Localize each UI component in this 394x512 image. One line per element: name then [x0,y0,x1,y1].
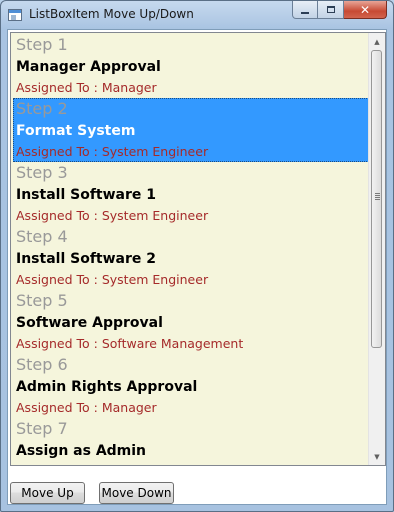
application-window: ListBoxItem Move Up/Down ✕ Step 1 Manager… [0,0,394,512]
step-label: Step 1 [16,35,68,54]
maximize-icon [326,6,335,13]
assigned-to-label: Assigned To : System Engineer [16,208,209,223]
minimize-icon [301,11,309,14]
steps-listbox[interactable]: Step 1 Manager Approval Assigned To : Mana… [10,32,386,466]
move-down-button[interactable]: Move Down [99,482,174,504]
list-item[interactable]: Step 6 Admin Rights Approval Assigned To :… [13,354,369,418]
step-label: Step 5 [16,291,68,310]
step-label: Step 3 [16,163,68,182]
scrollbar-thumb[interactable] [371,50,382,348]
assigned-to-label: Assigned To : Manager [16,400,157,415]
maximize-button[interactable] [318,1,344,19]
assigned-to-label: Assigned To : System Engineer [16,272,209,287]
close-icon: ✕ [359,2,371,17]
step-name: Assign as Admin [16,443,147,459]
caption-buttons: ✕ [292,1,387,20]
list-item[interactable]: Step 4 Install Software 2 Assigned To : Sy… [13,226,369,290]
vertical-scrollbar[interactable]: ▲ ▼ [368,33,385,465]
assigned-to-label: Assigned To : Software Management [16,336,244,351]
title-bar[interactable]: ListBoxItem Move Up/Down ✕ [1,1,393,29]
move-up-button[interactable]: Move Up [10,482,85,504]
assigned-to-label: Assigned To : Manager [16,80,157,95]
client-area: Step 1 Manager Approval Assigned To : Mana… [7,29,387,505]
app-window-icon[interactable] [8,9,22,21]
step-label: Step 4 [16,227,68,246]
step-name: Software Approval [16,315,163,331]
step-label: Step 6 [16,355,68,374]
step-name: Install Software 1 [16,187,156,203]
step-name: Format System [16,123,136,139]
window-title: ListBoxItem Move Up/Down [29,7,194,21]
step-name: Manager Approval [16,59,161,75]
scroll-up-arrow-icon[interactable]: ▲ [369,33,385,50]
scroll-down-arrow-icon[interactable]: ▼ [369,448,385,465]
listbox-items: Step 1 Manager Approval Assigned To : Mana… [13,34,369,465]
list-item[interactable]: Step 3 Install Software 1 Assigned To : Sy… [13,162,369,226]
thumb-grip-icon [375,193,380,201]
close-button[interactable]: ✕ [344,1,387,19]
step-name: Install Software 2 [16,251,156,267]
step-name: Admin Rights Approval [16,379,198,395]
minimize-button[interactable] [292,1,318,19]
list-item[interactable]: Step 5 Software Approval Assigned To : Sof… [13,290,369,354]
step-label: Step 2 [16,99,68,118]
list-item[interactable]: Step 7 Assign as Admin [13,418,369,465]
step-label: Step 7 [16,419,68,438]
assigned-to-label: Assigned To : System Engineer [16,144,209,159]
list-item[interactable]: Step 1 Manager Approval Assigned To : Mana… [13,34,369,98]
list-item[interactable]: Step 2 Format System Assigned To : System … [13,98,369,162]
